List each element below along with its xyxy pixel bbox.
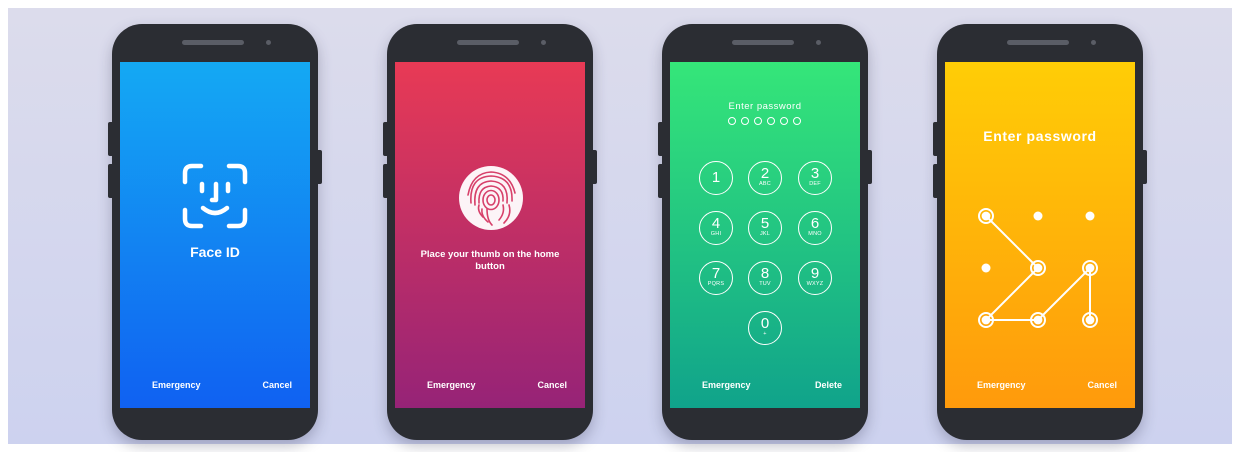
key-digit: 3 [810, 165, 820, 182]
key-digit: 1 [711, 169, 721, 186]
phone-passcode: Enter password 1 2 ABC 3 DEF 4 GHI 5 JKL 6 MNO 7 PQR… [658, 24, 872, 440]
passcode-screen: Enter password 1 2 ABC 3 DEF 4 GHI 5 JKL 6 MNO 7 PQR… [670, 62, 860, 408]
emergency-button[interactable]: Emergency [152, 380, 201, 390]
key-letters: WXYZ [806, 281, 824, 287]
keypad-key-7[interactable]: 7 PQRS [699, 261, 733, 295]
face-id-icon [182, 163, 248, 229]
key-digit: 7 [711, 265, 721, 282]
power-button [593, 150, 597, 184]
pattern-node[interactable] [1085, 211, 1095, 221]
cancel-button[interactable]: Cancel [537, 380, 567, 390]
phone-speaker [732, 40, 794, 45]
keypad-key-3[interactable]: 3 DEF [798, 161, 832, 195]
key-letters: TUV [759, 281, 771, 287]
key-letters: ABC [759, 181, 771, 187]
pattern-node-active[interactable] [978, 208, 994, 224]
key-letters: + [763, 331, 767, 337]
key-letters: JKL [759, 231, 771, 237]
emergency-button[interactable]: Emergency [427, 380, 476, 390]
phone-face-id: Face ID Emergency Cancel [108, 24, 322, 440]
phone-pattern: Enter password Emergency Cancel [933, 24, 1147, 440]
pattern-screen: Enter password Emergency Cancel [945, 62, 1135, 408]
key-digit: 0 [760, 315, 770, 332]
bottom-bar: Emergency Cancel [120, 380, 310, 394]
phone-speaker [182, 40, 244, 45]
phone-speaker [1007, 40, 1069, 45]
volume-up-button [933, 122, 937, 156]
power-button [1143, 150, 1147, 184]
phone-camera [541, 40, 546, 45]
key-letters: GHI [710, 231, 722, 237]
volume-up-button [108, 122, 112, 156]
keypad-key-6[interactable]: 6 MNO [798, 211, 832, 245]
pattern-grid[interactable] [945, 62, 1135, 408]
cancel-button[interactable]: Cancel [262, 380, 292, 390]
emergency-button[interactable]: Emergency [977, 380, 1026, 390]
phone-camera [816, 40, 821, 45]
key-digit: 2 [760, 165, 770, 182]
keypad-key-0[interactable]: 0 + [748, 311, 782, 345]
passcode-dot [780, 117, 788, 125]
volume-down-button [108, 164, 112, 198]
keypad-key-9[interactable]: 9 WXYZ [798, 261, 832, 295]
bottom-bar: Emergency Cancel [945, 380, 1135, 394]
keypad-key-1[interactable]: 1 [699, 161, 733, 195]
volume-up-button [658, 122, 662, 156]
bottom-bar: Emergency Cancel [395, 380, 585, 394]
bottom-bar: Emergency Delete [670, 380, 860, 394]
passcode-dots [728, 117, 804, 127]
pattern-node[interactable] [981, 263, 991, 273]
passcode-dot [793, 117, 801, 125]
passcode-dot [767, 117, 775, 125]
emergency-button[interactable]: Emergency [702, 380, 751, 390]
delete-button[interactable]: Delete [815, 380, 842, 390]
volume-down-button [658, 164, 662, 198]
volume-down-button [383, 164, 387, 198]
face-id-title: Face ID [190, 244, 240, 260]
key-digit: 4 [711, 215, 721, 232]
power-button [868, 150, 872, 184]
keypad-key-4[interactable]: 4 GHI [699, 211, 733, 245]
key-digit: 5 [760, 215, 770, 232]
passcode-dot [754, 117, 762, 125]
face-id-screen: Face ID Emergency Cancel [120, 62, 310, 408]
passcode-dot [741, 117, 749, 125]
key-letters: MNO [808, 231, 822, 237]
volume-up-button [383, 122, 387, 156]
key-letters: DEF [809, 181, 821, 187]
phone-fingerprint: Place your thumb on the home button Emer… [383, 24, 597, 440]
keypad-key-2[interactable]: 2 ABC [748, 161, 782, 195]
fingerprint-icon[interactable] [458, 165, 524, 231]
power-button [318, 150, 322, 184]
fingerprint-screen: Place your thumb on the home button Emer… [395, 62, 585, 408]
cancel-button[interactable]: Cancel [1087, 380, 1117, 390]
key-digit: 8 [760, 265, 770, 282]
keypad-key-5[interactable]: 5 JKL [748, 211, 782, 245]
pattern-node[interactable] [1033, 211, 1043, 221]
passcode-dot [728, 117, 736, 125]
keypad-key-8[interactable]: 8 TUV [748, 261, 782, 295]
phone-speaker [457, 40, 519, 45]
pattern-node-active[interactable] [1030, 260, 1046, 276]
key-letters: PQRS [707, 281, 725, 287]
key-digit: 9 [810, 265, 820, 282]
volume-down-button [933, 164, 937, 198]
key-digit: 6 [810, 215, 820, 232]
passcode-title: Enter password [728, 101, 802, 112]
fingerprint-instruction: Place your thumb on the home button [420, 249, 560, 272]
phone-camera [266, 40, 271, 45]
phone-camera [1091, 40, 1096, 45]
